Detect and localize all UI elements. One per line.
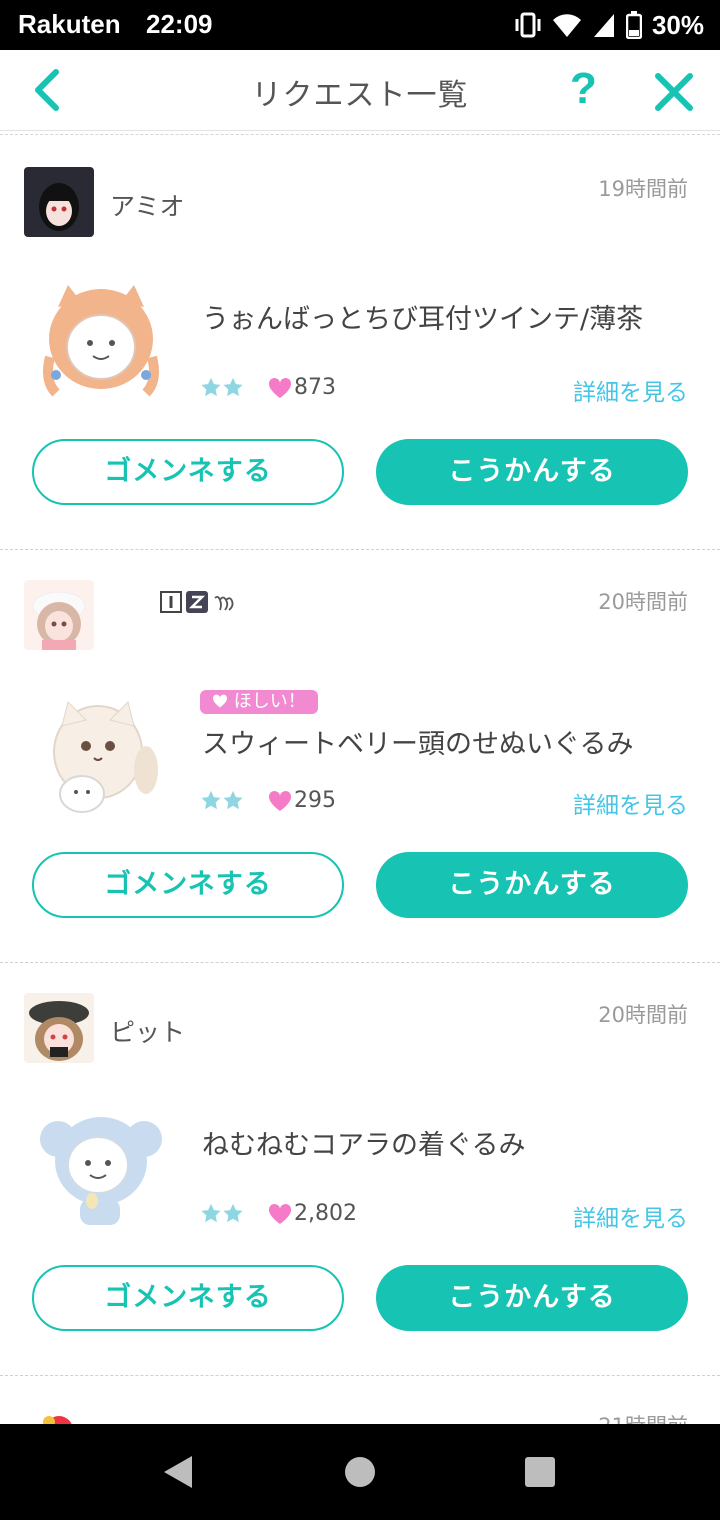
- help-button[interactable]: ?: [570, 64, 597, 114]
- star-icon: [223, 790, 243, 810]
- item-name: うぉんばっとちび耳付ツインテ/薄茶: [202, 304, 644, 335]
- avatar[interactable]: [24, 167, 94, 237]
- like-count-value: 873: [294, 375, 336, 400]
- carrier-label: Rakuten: [18, 9, 121, 39]
- letter-z-box-icon: [186, 591, 208, 613]
- decline-button[interactable]: ゴメンネする: [32, 1265, 344, 1331]
- time-ago: 20時間前: [598, 590, 688, 614]
- rarity-stars: [200, 1203, 244, 1223]
- script-m-icon: [214, 595, 234, 611]
- view-details-link[interactable]: 詳細を見る: [573, 373, 688, 407]
- exchange-button[interactable]: こうかんする: [376, 1265, 688, 1331]
- want-badge: ほしい！: [200, 690, 318, 714]
- star-icon: [201, 377, 221, 397]
- header-divider: [0, 134, 720, 135]
- signal-icon: [593, 14, 614, 37]
- wifi-icon: [552, 14, 581, 37]
- system-nav-bar: [0, 1424, 720, 1520]
- close-icon[interactable]: [652, 70, 696, 114]
- heart-icon: [268, 790, 292, 811]
- username-emoji: [160, 590, 236, 614]
- want-badge-label: ほしい！: [233, 691, 306, 712]
- vibrate-icon: [515, 12, 541, 38]
- star-icon: [223, 377, 243, 397]
- item-name: スウィートベリー頭のせぬいぐるみ: [202, 729, 634, 760]
- time-ago: 21時間前: [598, 1410, 688, 1424]
- like-count: 295: [268, 788, 336, 813]
- heart-icon: [268, 377, 292, 398]
- item-name: ねむねむコアラの着ぐるみ: [202, 1130, 526, 1161]
- like-count: 2,802: [268, 1201, 357, 1226]
- like-count-value: 295: [294, 788, 336, 813]
- exchange-button[interactable]: こうかんする: [376, 852, 688, 918]
- heart-icon: [212, 694, 228, 708]
- time-ago: 20時間前: [598, 1003, 688, 1027]
- view-details-link[interactable]: 詳細を見る: [573, 786, 688, 820]
- item-image[interactable]: [36, 1103, 166, 1233]
- nav-back-icon[interactable]: [162, 1454, 194, 1490]
- avatar[interactable]: [24, 1410, 94, 1424]
- request-card: ピット 20時間前 ねむねむコアラの着ぐるみ 2,802 詳細を見る ゴメンネす…: [0, 963, 720, 1376]
- nav-recents-icon[interactable]: [524, 1456, 556, 1488]
- avatar[interactable]: [24, 993, 94, 1063]
- request-card: 20時間前 ほしい！ スウィートベリー頭のせぬいぐるみ 295 詳細を見る ゴメ…: [0, 550, 720, 963]
- heart-icon: [268, 1203, 292, 1224]
- like-count-value: 2,802: [294, 1201, 357, 1226]
- decline-button[interactable]: ゴメンネする: [32, 439, 344, 505]
- clock: 22:09: [146, 9, 213, 39]
- rarity-stars: [200, 377, 244, 397]
- nav-home-icon[interactable]: [344, 1456, 376, 1488]
- time-ago: 19時間前: [598, 177, 688, 201]
- star-icon: [223, 1203, 243, 1223]
- username: ピット: [110, 1018, 186, 1047]
- battery-percent: 30%: [651, 9, 704, 40]
- request-list: アミオ 19時間前 うぉんばっとちび耳付ツインテ/薄茶 873 詳細を見る ゴメ…: [0, 137, 720, 1376]
- exchange-button[interactable]: こうかんする: [376, 439, 688, 505]
- decline-button[interactable]: ゴメンネする: [32, 852, 344, 918]
- letter-i-box-icon: [160, 591, 182, 613]
- avatar[interactable]: [24, 580, 94, 650]
- item-image[interactable]: [36, 690, 166, 820]
- page-title: リクエスト一覧: [251, 78, 469, 113]
- username: アミオ: [110, 192, 185, 221]
- request-card: アミオ 19時間前 うぉんばっとちび耳付ツインテ/薄茶 873 詳細を見る ゴメ…: [0, 137, 720, 550]
- request-card-partial: 21時間前: [0, 1376, 720, 1424]
- battery-icon: [625, 11, 642, 39]
- rarity-stars: [200, 790, 244, 810]
- star-icon: [201, 1203, 221, 1223]
- app-header: リクエスト一覧 ?: [0, 50, 720, 131]
- star-icon: [201, 790, 221, 810]
- item-image[interactable]: [36, 277, 166, 407]
- view-details-link[interactable]: 詳細を見る: [573, 1199, 688, 1233]
- status-bar: Rakuten 22:09 30%: [0, 0, 720, 50]
- like-count: 873: [268, 375, 336, 400]
